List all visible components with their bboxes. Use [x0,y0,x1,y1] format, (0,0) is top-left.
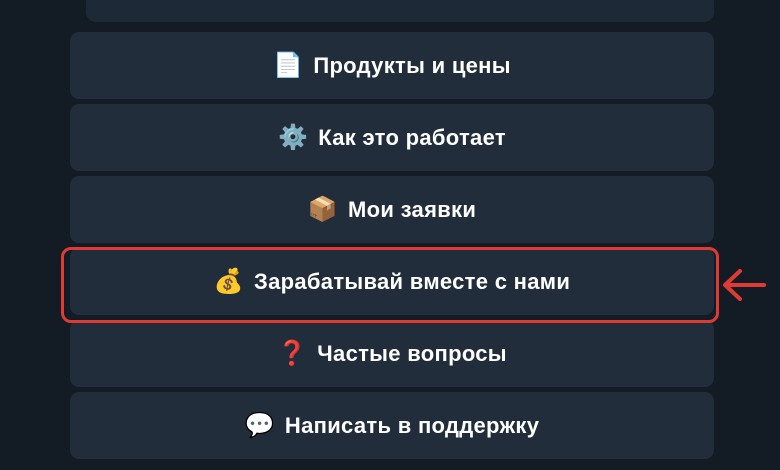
money-bag-icon: 💰 [213,267,244,295]
my-requests-button[interactable]: 📦 Мои заявки [70,176,714,243]
my-requests-label: Мои заявки [348,196,477,222]
how-it-works-button[interactable]: ⚙️ Как это работает [70,104,714,171]
document-icon: 📄 [273,51,304,79]
question-icon: ❓ [277,339,308,367]
box-icon: 📦 [307,195,338,223]
products-prices-button[interactable]: 📄 Продукты и цены [70,32,714,99]
how-it-works-label: Как это работает [318,124,506,150]
faq-button[interactable]: ❓ Частые вопросы [70,320,714,387]
earn-with-us-label: Зарабатывай вместе с нами [254,268,571,294]
pointer-arrow-icon [723,269,766,301]
earn-with-us-button[interactable]: 💰 Зарабатывай вместе с нами [70,248,714,315]
gear-icon: ⚙️ [278,123,309,151]
contact-support-label: Написать в поддержку [284,412,540,438]
faq-label: Частые вопросы [317,340,507,366]
products-prices-label: Продукты и цены [313,52,511,78]
speech-bubble-icon: 💬 [244,411,275,439]
contact-support-button[interactable]: 💬 Написать в поддержку [70,392,714,459]
previous-button-edge[interactable] [86,0,714,22]
